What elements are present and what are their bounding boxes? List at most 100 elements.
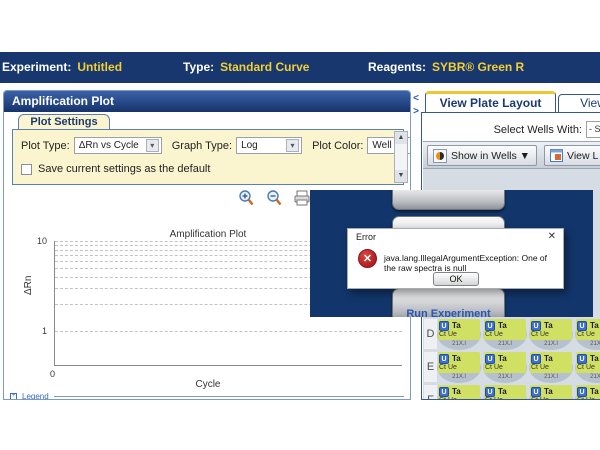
plate-well[interactable]: U Ta Ct Ue 21X.l [575, 385, 600, 400]
plot-type-select[interactable]: ΔRn vs Cycle ▾ [74, 137, 162, 154]
run-experiment-button[interactable]: Run Experiment [392, 288, 505, 317]
unknown-sample-icon: U [531, 321, 541, 331]
well-target-1: Ta [544, 354, 553, 363]
well-content: U Ta Ct Ue [484, 319, 526, 340]
plate-well[interactable]: U Ta Ct Ue 21X.l [575, 319, 600, 350]
well-target-2: Ct Ue [577, 364, 600, 372]
type-value: Standard Curve [220, 60, 309, 74]
x-tick-0: 0 [50, 369, 55, 379]
save-default-checkbox[interactable] [21, 164, 32, 175]
well-target-1: Ta [452, 321, 461, 330]
scroll-down-arrow-icon[interactable]: ▼ [395, 170, 407, 182]
legend-strip: + Legend [10, 392, 406, 400]
plate-well[interactable]: U Ta Ct Ue 21X.l [437, 352, 481, 383]
well-content: U Ta Ct Ue [484, 352, 526, 373]
legend-expand-icon[interactable]: + [10, 393, 17, 400]
well-target-3: 21X.l [437, 341, 481, 347]
plate-well[interactable]: U Ta Ct Ue 21X.l [483, 385, 527, 400]
reagents-field: Reagents:SYBR® Green R [368, 60, 524, 74]
plate-well[interactable]: U Ta Ct Ue 21X.l [529, 352, 573, 383]
well-target-3: 21X.l [483, 341, 527, 347]
scroll-up-arrow-icon[interactable]: ▲ [395, 132, 407, 144]
close-icon[interactable]: ✕ [548, 231, 556, 242]
zoom-in-icon[interactable] [237, 189, 255, 207]
well-content: U Ta Ct Ue [438, 385, 480, 400]
wells-color-icon [433, 149, 447, 163]
select-wells-dropdown[interactable]: - S [586, 121, 600, 138]
tab-view-plate-layout[interactable]: View Plate Layout [425, 91, 556, 113]
well-target-2: Ct Ue [439, 364, 479, 372]
well-target-2: Ct Ue [485, 397, 525, 400]
zoom-out-icon[interactable] [265, 189, 283, 207]
panel-title: Amplification Plot [4, 91, 410, 112]
x-axis-label: Cycle [9, 379, 407, 390]
y-tick-10: 10 [9, 236, 47, 246]
chevron-down-icon: ▾ [146, 139, 159, 152]
unknown-sample-icon: U [439, 321, 449, 331]
well-content: U Ta Ct Ue [576, 319, 600, 340]
plot-type-value: ΔRn vs Cycle [79, 140, 139, 151]
unknown-sample-icon: U [577, 354, 587, 364]
print-icon[interactable] [293, 189, 311, 207]
type-field: Type: Standard Curve [183, 60, 309, 74]
well-target-3: 21X.l [483, 374, 527, 380]
well-content: U Ta Ct Ue [530, 385, 572, 400]
save-default-row: Save current settings as the default [21, 163, 210, 175]
well-target-2: Ct Ue [485, 364, 525, 372]
experiment-field: Experiment:Untitled [2, 60, 122, 74]
save-default-label: Save current settings as the default [38, 163, 210, 175]
well-target-1: Ta [452, 354, 461, 363]
reagents-label: Reagents: [368, 60, 426, 74]
graph-type-value: Log [241, 140, 258, 151]
plate-well[interactable]: U Ta Ct Ue 21X.l [529, 319, 573, 350]
show-in-wells-button[interactable]: Show in Wells ▼ [427, 145, 537, 166]
plate-well[interactable]: U Ta Ct Ue 21X.l [437, 385, 481, 400]
y-axis-label: ΔRn [23, 276, 34, 295]
well-target-2: Ct Ue [577, 331, 600, 339]
type-label: Type: [183, 60, 214, 74]
well-content: U Ta Ct Ue [530, 352, 572, 373]
plate-well[interactable]: U Ta Ct Ue 21X.l [575, 352, 600, 383]
select-wells-label: Select Wells With: [462, 124, 582, 136]
plot-type-label: Plot Type: [21, 140, 70, 152]
plate-toolbar: Show in Wells ▼ View L [423, 141, 600, 169]
tab-plot-settings[interactable]: Plot Settings [18, 114, 110, 130]
settings-scrollbar[interactable]: ▲ ▼ [394, 131, 408, 183]
unknown-sample-icon: U [439, 387, 449, 397]
experiment-label: Experiment: [2, 60, 71, 74]
well-target-2: Ct Ue [531, 364, 571, 372]
plate-row-label: F [424, 385, 437, 400]
well-target-1: Ta [590, 387, 599, 396]
well-target-1: Ta [498, 354, 507, 363]
app-window: Experiment:Untitled Type:Standard Curve … [0, 0, 600, 450]
unknown-sample-icon: U [485, 321, 495, 331]
unknown-sample-icon: U [485, 387, 495, 397]
well-content: U Ta Ct Ue [576, 385, 600, 400]
ok-button[interactable]: OK [433, 272, 479, 286]
unknown-sample-icon: U [485, 354, 495, 364]
view-legend-button[interactable]: View L [544, 145, 600, 166]
plate-well[interactable]: U Ta Ct Ue 21X.l [529, 385, 573, 400]
well-target-1: Ta [498, 321, 507, 330]
table-icon [550, 149, 563, 162]
graph-type-label: Graph Type: [172, 140, 232, 152]
well-target-3: 21X.l [437, 374, 481, 380]
well-target-3: 21X.l [529, 341, 573, 347]
well-content: U Ta Ct Ue [530, 319, 572, 340]
error-dialog-title: Error [356, 232, 376, 242]
well-target-2: Ct Ue [485, 331, 525, 339]
run-window-button-top[interactable] [392, 190, 505, 210]
graph-type-select[interactable]: Log ▾ [236, 137, 302, 154]
experiment-header-bar: Experiment:Untitled Type:Standard Curve … [0, 52, 600, 83]
well-target-1: Ta [590, 354, 599, 363]
unknown-sample-icon: U [531, 387, 541, 397]
plate-well[interactable]: U Ta Ct Ue 21X.l [483, 319, 527, 350]
well-target-1: Ta [590, 321, 599, 330]
tab-view-well-table[interactable]: View [558, 94, 600, 113]
well-content: U Ta Ct Ue [438, 319, 480, 340]
plate-well[interactable]: U Ta Ct Ue 21X.l [483, 352, 527, 383]
plate-row-label: E [424, 352, 437, 382]
legend-divider [54, 396, 404, 397]
legend-label[interactable]: Legend [22, 392, 49, 400]
plate-well[interactable]: U Ta Ct Ue 21X.l [437, 319, 481, 350]
